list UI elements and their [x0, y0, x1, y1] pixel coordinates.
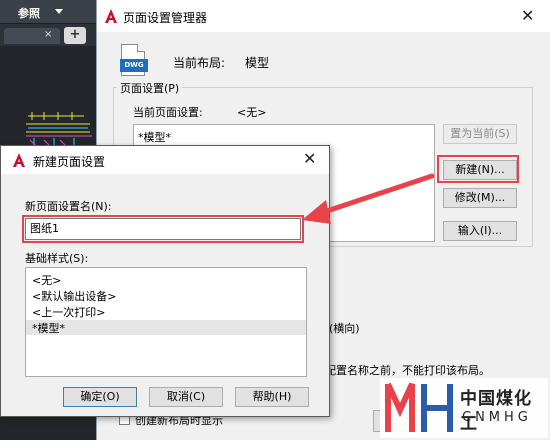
- autocad-logo-icon: [105, 9, 117, 23]
- details-note: 配置名称之前，不能打印该布局。: [325, 364, 490, 377]
- close-icon[interactable]: ✕: [521, 6, 534, 25]
- document-tabs: × +: [0, 24, 96, 46]
- ok-button[interactable]: 确定(O): [63, 387, 137, 407]
- dialog-title: 新建页面设置: [33, 155, 106, 169]
- current-layout-label: 当前布局:: [173, 56, 226, 70]
- dwg-icon-label: DWG: [120, 59, 148, 72]
- title-bar[interactable]: 页面设置管理器 ✕: [97, 0, 550, 32]
- dialog-title: 页面设置管理器: [123, 11, 208, 25]
- base-style-list[interactable]: <无> <默认输出设备> <上一次打印> *模型*: [25, 267, 307, 377]
- new-button-highlight: [437, 155, 519, 183]
- dwg-file-icon: DWG: [120, 44, 148, 76]
- orientation-detail: (横向): [329, 322, 360, 335]
- close-icon[interactable]: ×: [44, 29, 52, 40]
- ribbon-tab-label: 参照: [18, 7, 40, 20]
- new-page-setup-dialog: 新建页面设置 ✕ 新页面设置名(N): 图纸1 基础样式(S): <无> <默认…: [0, 145, 330, 417]
- name-input-highlight: [22, 215, 304, 243]
- autocad-logo-icon: [13, 153, 25, 167]
- base-style-label: 基础样式(S):: [25, 252, 89, 265]
- watermark: 中国煤化工 CNMHG: [380, 378, 548, 438]
- current-page-setup-label: 当前页面设置:: [133, 106, 203, 119]
- page-corner: [137, 44, 145, 52]
- import-button[interactable]: 输入(I)...: [443, 221, 517, 241]
- list-item[interactable]: <默认输出设备>: [32, 288, 116, 303]
- modify-button[interactable]: 修改(M)...: [443, 188, 517, 208]
- close-icon[interactable]: ✕: [303, 149, 316, 168]
- new-setup-name-label: 新页面设置名(N):: [25, 200, 112, 213]
- list-item[interactable]: <无>: [32, 272, 61, 287]
- set-current-button[interactable]: 置为当前(S): [443, 124, 517, 144]
- watermark-text-en: CNMHG: [462, 410, 532, 425]
- cancel-button[interactable]: 取消(C): [149, 387, 223, 407]
- list-item[interactable]: <上一次打印>: [32, 304, 105, 319]
- current-layout-value: 模型: [245, 56, 270, 70]
- title-bar[interactable]: 新建页面设置 ✕: [1, 146, 329, 174]
- ribbon-tab-reference[interactable]: 参照: [0, 0, 96, 24]
- help-button[interactable]: 帮助(H): [235, 387, 309, 407]
- page-setups-group-label: 页面设置(P): [117, 80, 183, 96]
- chevron-down-icon: [55, 9, 63, 14]
- watermark-logo: [385, 382, 453, 432]
- current-page-setup-value: <无>: [237, 106, 267, 119]
- list-item[interactable]: *模型*: [138, 129, 171, 145]
- add-tab-button[interactable]: +: [64, 27, 86, 44]
- document-tab[interactable]: ×: [4, 28, 60, 44]
- watermark-text-cn: 中国煤化工: [460, 389, 532, 434]
- list-item-selected[interactable]: *模型*: [26, 320, 306, 335]
